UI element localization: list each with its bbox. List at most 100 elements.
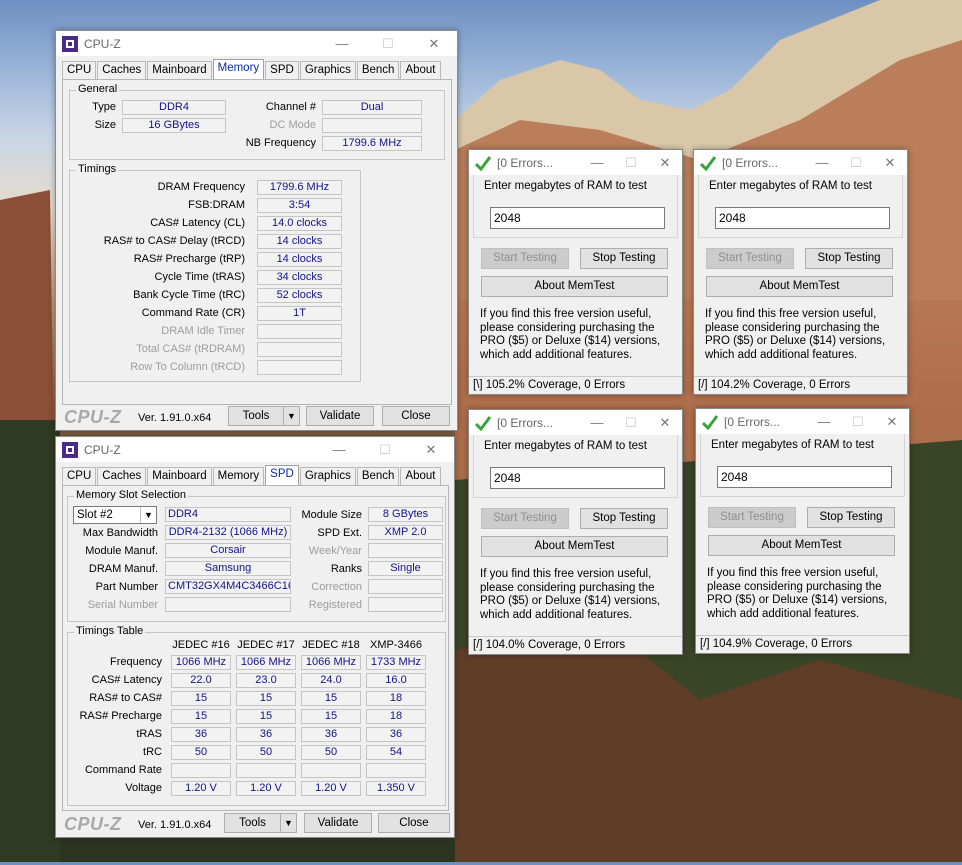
info-text: If you find this free version useful, pl… (480, 308, 661, 361)
timings-cell: 36 (171, 727, 231, 742)
tools-dropdown-button[interactable]: ▼ (283, 406, 300, 426)
tab-about[interactable]: About (400, 61, 441, 80)
tools-button[interactable]: Tools (228, 406, 284, 426)
memtest-check-icon (474, 155, 492, 171)
tab-caches[interactable]: Caches (97, 61, 147, 80)
close-button[interactable]: Close (378, 813, 450, 833)
tab-cpu[interactable]: CPU (62, 61, 97, 80)
spd-ext-label: SPD Ext. (317, 527, 362, 539)
about-memtest-button[interactable]: About MemTest (706, 276, 893, 297)
timings-row-label: Command Rate (84, 764, 162, 776)
close-window-button[interactable]: ✕ (408, 437, 454, 462)
maximize-button[interactable]: ☐ (614, 410, 648, 435)
module-size-value: 8 GBytes (368, 507, 443, 522)
stop-testing-button[interactable]: Stop Testing (580, 248, 668, 269)
titlebar[interactable]: CPU-Z — ☐ ✕ (56, 31, 457, 56)
tab-memory[interactable]: Memory (212, 59, 265, 80)
tools-button[interactable]: Tools (224, 813, 281, 833)
maximize-button[interactable]: ☐ (841, 409, 875, 434)
about-memtest-button[interactable]: About MemTest (481, 276, 668, 297)
slot-selection-group: Memory Slot Selection Slot #2 ▼ DDR4 Mod… (67, 489, 446, 622)
tab-graphics[interactable]: Graphics (299, 61, 356, 80)
megabytes-input[interactable]: 2048 (490, 207, 665, 229)
validate-button[interactable]: Validate (304, 813, 372, 833)
megabytes-input[interactable]: 2048 (717, 466, 892, 488)
status-bar: [\] 105.2% Coverage, 0 Errors (469, 376, 682, 394)
minimize-button[interactable]: — (580, 150, 614, 175)
maximize-button[interactable]: ☐ (614, 150, 648, 175)
chevron-down-icon[interactable]: ▼ (140, 507, 156, 523)
timing-label: FSB:DRAM (188, 199, 245, 211)
timings-cell: 1.20 V (301, 781, 361, 796)
stop-testing-button[interactable]: Stop Testing (805, 248, 893, 269)
close-window-button[interactable]: ✕ (411, 31, 457, 56)
titlebar[interactable]: [0 Errors... — ☐ ✕ (469, 410, 682, 435)
start-testing-button[interactable]: Start Testing (481, 508, 569, 529)
timings-cell: 36 (236, 727, 296, 742)
megabytes-input[interactable]: 2048 (490, 467, 665, 489)
megabytes-input[interactable]: 2048 (715, 207, 890, 229)
close-window-button[interactable]: ✕ (648, 410, 682, 435)
tab-spd[interactable]: SPD (265, 465, 299, 486)
timings-table-title: Timings Table (74, 625, 146, 637)
timings-cell: 50 (236, 745, 296, 760)
status-bar: [/] 104.0% Coverage, 0 Errors (469, 636, 682, 654)
about-memtest-button[interactable]: About MemTest (708, 535, 895, 556)
close-button[interactable]: Close (382, 406, 450, 426)
tab-bench[interactable]: Bench (356, 467, 400, 486)
timings-cell: 18 (366, 691, 426, 706)
timings-cell: 1066 MHz (301, 655, 361, 670)
timing-label: RAS# Precharge (tRP) (133, 253, 245, 265)
tools-dropdown-button[interactable]: ▼ (280, 813, 297, 833)
timing-value (257, 324, 342, 339)
minimize-button[interactable]: — (580, 410, 614, 435)
slot-select[interactable]: Slot #2 ▼ (73, 506, 157, 524)
titlebar[interactable]: CPU-Z — ☐ ✕ (56, 437, 454, 462)
window-title: [0 Errors... (497, 415, 554, 430)
module-manuf-label: Module Manuf. (85, 545, 158, 557)
about-memtest-button[interactable]: About MemTest (481, 536, 668, 557)
minimize-button[interactable]: — (319, 31, 365, 56)
close-window-button[interactable]: ✕ (873, 150, 907, 175)
maximize-button[interactable]: ☐ (839, 150, 873, 175)
timing-value: 14 clocks (257, 252, 342, 267)
tab-cpu[interactable]: CPU (62, 467, 97, 486)
correction-label: Correction (311, 581, 362, 593)
version-label: Ver. 1.91.0.x64 (138, 412, 212, 424)
maximize-button[interactable]: ☐ (365, 31, 411, 56)
megabytes-prompt: Enter megabytes of RAM to test (711, 439, 874, 451)
minimize-button[interactable]: — (805, 150, 839, 175)
timings-cell: 15 (236, 709, 296, 724)
timings-cell: 23.0 (236, 673, 296, 688)
start-testing-button[interactable]: Start Testing (708, 507, 796, 528)
titlebar[interactable]: [0 Errors... — ☐ ✕ (469, 150, 682, 175)
tab-mainboard[interactable]: Mainboard (147, 61, 212, 80)
stop-testing-button[interactable]: Stop Testing (807, 507, 895, 528)
tab-about[interactable]: About (400, 467, 441, 486)
titlebar[interactable]: [0 Errors... — ☐ ✕ (694, 150, 907, 175)
validate-button[interactable]: Validate (306, 406, 374, 426)
memtest-window-3: [0 Errors... — ☐ ✕ Enter megabytes of RA… (468, 409, 683, 655)
minimize-button[interactable]: — (316, 437, 362, 462)
tab-spd[interactable]: SPD (265, 61, 299, 80)
cpuz-memory-window: CPU-Z — ☐ ✕ CPU Caches Mainboard Memory … (55, 30, 458, 431)
titlebar[interactable]: [0 Errors... — ☐ ✕ (696, 409, 909, 434)
start-testing-button[interactable]: Start Testing (706, 248, 794, 269)
tab-graphics[interactable]: Graphics (299, 467, 356, 486)
timings-group-title: Timings (76, 163, 119, 175)
tab-memory[interactable]: Memory (212, 467, 265, 486)
channel-label: Channel # (265, 101, 316, 113)
minimize-button[interactable]: — (807, 409, 841, 434)
maximize-button[interactable]: ☐ (362, 437, 408, 462)
tab-mainboard[interactable]: Mainboard (147, 467, 212, 486)
close-window-button[interactable]: ✕ (875, 409, 909, 434)
tab-bench[interactable]: Bench (356, 61, 400, 80)
start-testing-button[interactable]: Start Testing (481, 248, 569, 269)
timing-label: DRAM Frequency (157, 181, 245, 193)
tab-caches[interactable]: Caches (97, 467, 147, 486)
close-window-button[interactable]: ✕ (648, 150, 682, 175)
info-text: If you find this free version useful, pl… (707, 567, 888, 620)
timings-group: Timings DRAM Frequency 1799.6 MHz FSB:DR… (69, 163, 361, 382)
bottom-bar: CPU-Z Ver. 1.91.0.x64 Tools ▼ Validate C… (56, 811, 454, 837)
stop-testing-button[interactable]: Stop Testing (580, 508, 668, 529)
